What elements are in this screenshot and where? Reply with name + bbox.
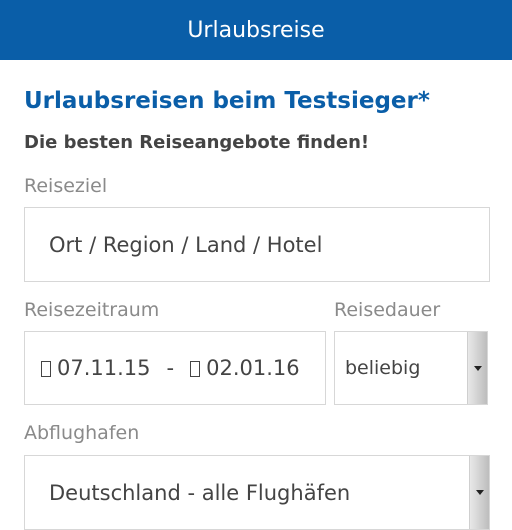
page-subtitle: Die besten Reiseangebote finden! <box>24 132 370 153</box>
caret-down-icon <box>475 490 484 495</box>
date-separator: - <box>166 356 175 380</box>
calendar-icon <box>190 361 201 377</box>
date-from: 07.11.15 <box>57 356 151 380</box>
departure-airport-selected: Deutschland - alle Flughäfen <box>49 480 351 505</box>
calendar-icon <box>41 361 51 377</box>
travel-period-label: Reisezeitraum <box>24 299 160 321</box>
destination-input[interactable]: Ort / Region / Land / Hotel <box>24 207 490 282</box>
travel-period-input[interactable]: 07.11.15- 02.01.16 <box>24 331 326 405</box>
duration-select[interactable]: beliebig <box>334 331 488 405</box>
destination-label: Reiseziel <box>24 175 108 197</box>
app-header: Urlaubsreise <box>0 0 512 60</box>
departure-airport-label: Abflughafen <box>24 422 140 444</box>
destination-placeholder: Ort / Region / Land / Hotel <box>49 232 323 257</box>
caret-down-icon <box>473 365 482 371</box>
departure-airport-select[interactable]: Deutschland - alle Flughäfen <box>24 455 490 530</box>
search-form-page: Urlaubsreisen beim Testsieger* Die beste… <box>0 60 512 530</box>
page-title: Urlaubsreisen beim Testsieger* <box>24 88 430 114</box>
duration-selected: beliebig <box>345 357 421 379</box>
duration-dropdown-button[interactable] <box>467 332 487 404</box>
header-title: Urlaubsreise <box>187 17 325 43</box>
duration-label: Reisedauer <box>334 299 441 321</box>
date-to: 02.01.16 <box>206 356 300 380</box>
departure-airport-dropdown-button[interactable] <box>469 456 489 529</box>
travel-period-value: 07.11.15- 02.01.16 <box>25 356 300 380</box>
